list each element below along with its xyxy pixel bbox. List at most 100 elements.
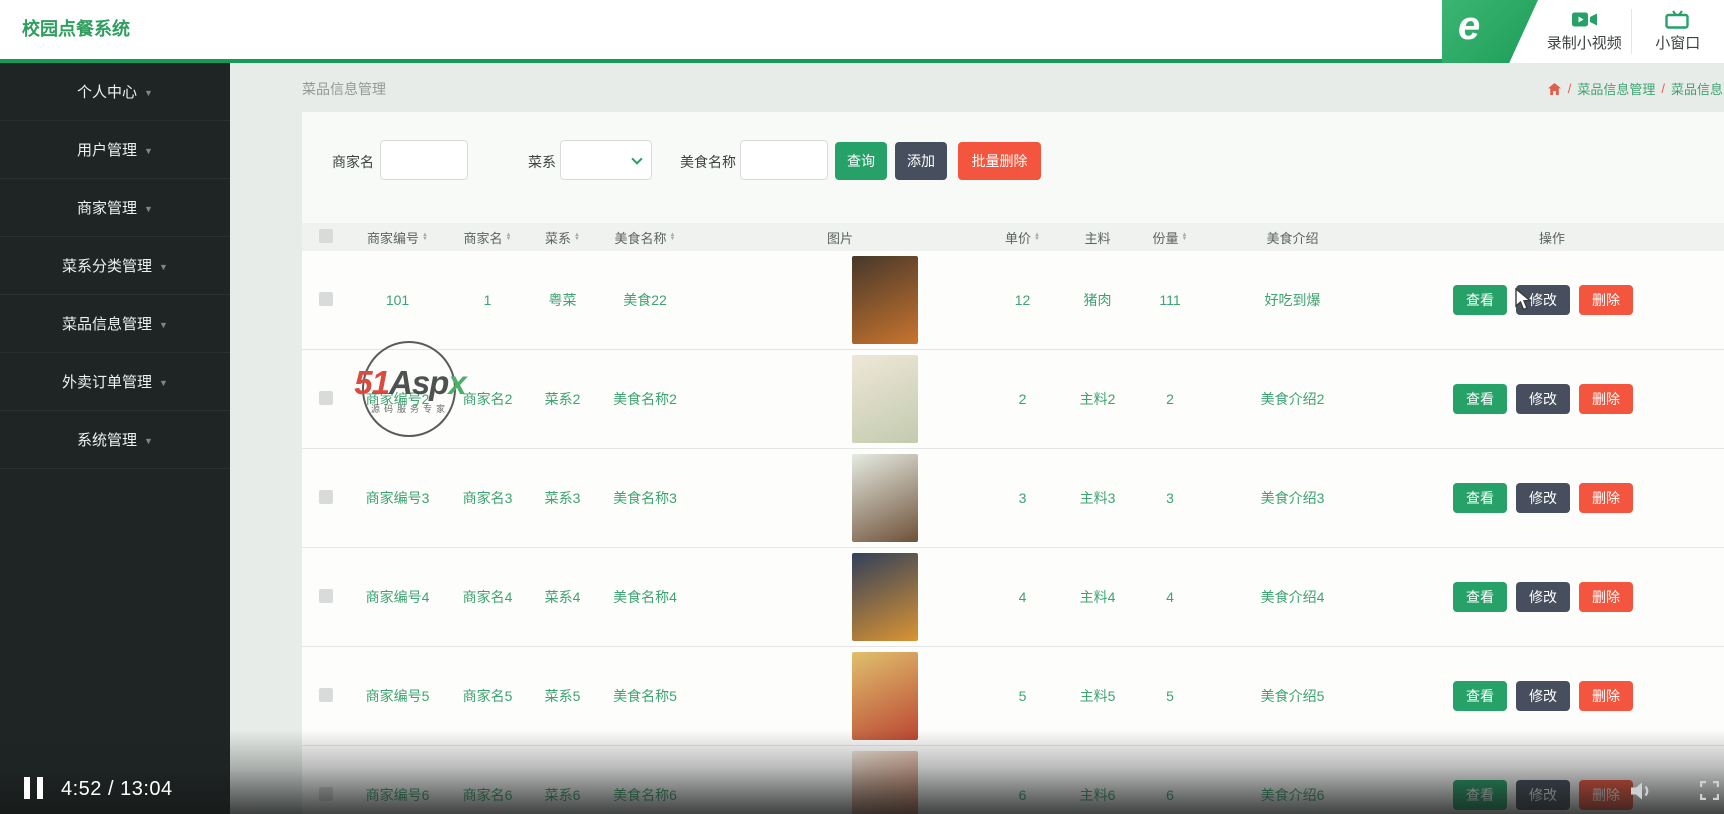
cell-merchant-name: 商家名5 [462,688,513,704]
row-checkbox[interactable] [319,786,333,801]
view-button[interactable]: 查看 [1453,384,1507,414]
search-button[interactable]: 查询 [835,142,887,180]
cell-image [695,553,985,641]
batch-delete-button[interactable]: 批量删除 [958,142,1041,180]
column-header-label: 份量 [1152,230,1179,246]
breadcrumb-item[interactable]: 菜品信息管理 [1577,79,1655,98]
sort-icon[interactable]: ▲ ▼ [670,232,676,242]
column-header[interactable]: 商家名 ▲ ▼ [445,228,530,247]
column-header[interactable]: 美食介绍 [1205,228,1380,247]
view-button[interactable]: 查看 [1453,780,1507,810]
edit-button[interactable]: 修改 [1516,384,1570,414]
sidebar-item[interactable]: 系统管理 ▼ [0,411,230,469]
record-video-button[interactable]: 录制小视频 [1538,0,1631,63]
column-header-label: 商家名 [463,230,503,246]
caret-down-icon: ▼ [159,261,168,272]
sidebar-menu: 个人中心 ▼ 用户管理 ▼ 商家管理 ▼ 菜系分类管理 ▼ 菜品信息管理 ▼ 外… [0,63,230,814]
tv-icon [1665,10,1689,29]
cell-portion: 4 [1166,589,1174,605]
cell-image [695,454,985,542]
column-header[interactable]: 商家编号 ▲ ▼ [350,228,445,247]
column-header[interactable]: 份量 ▲ ▼ [1135,228,1205,247]
caret-down-icon: ▼ [159,377,168,388]
view-button[interactable]: 查看 [1453,582,1507,612]
sidebar-item[interactable]: 菜品信息管理 ▼ [0,295,230,353]
edit-button[interactable]: 修改 [1516,285,1570,315]
delete-button[interactable]: 删除 [1579,681,1633,711]
cell-actions: 查看 修改 删除 [1380,285,1724,315]
sidebar-item-label: 用户管理 [77,142,138,159]
sort-icon[interactable]: ▲ ▼ [506,232,512,242]
edit-button[interactable]: 修改 [1516,681,1570,711]
caret-down-icon: ▼ [144,203,153,214]
volume-icon[interactable] [1630,780,1656,802]
sidebar-item[interactable]: 个人中心 ▼ [0,63,230,121]
select-all-checkbox[interactable] [319,228,333,243]
cell-cuisine: 粤菜 [548,292,577,308]
sidebar-item-label: 个人中心 [77,84,138,101]
row-checkbox[interactable] [319,687,333,702]
sort-icon[interactable]: ▲ ▼ [1034,232,1040,242]
sidebar-item[interactable]: 用户管理 ▼ [0,121,230,179]
food-name-label: 美食名称 [680,154,736,170]
edit-button[interactable]: 修改 [1516,483,1570,513]
sidebar-item-label: 商家管理 [77,200,138,217]
cuisine-select[interactable] [560,140,652,180]
content-card: 商家名 菜系 美食名称 查询 添加 批量删除 商家编号 ▲ ▼ 商家名 ▲ ▼ … [302,112,1724,814]
row-select-cell [302,588,350,606]
add-button[interactable]: 添加 [895,142,947,180]
table-row: 101 1 粤菜 美食22 12 猪肉 111 好吃到爆 查看 修改 删除 [302,251,1724,350]
row-checkbox[interactable] [319,291,333,306]
row-checkbox[interactable] [319,588,333,603]
sort-icon[interactable]: ▲ ▼ [1182,232,1188,242]
edit-button[interactable]: 修改 [1516,780,1570,810]
row-checkbox[interactable] [319,390,333,405]
table-row: 商家编号3 商家名3 菜系3 美食名称3 3 主料3 3 美食介绍3 查看 修改… [302,449,1724,548]
row-select-cell [302,291,350,309]
view-button[interactable]: 查看 [1453,681,1507,711]
row-checkbox[interactable] [319,489,333,504]
food-name-input[interactable] [740,140,828,180]
caret-down-icon: ▼ [159,319,168,330]
cell-merchant-no: 101 [385,292,410,308]
view-button[interactable]: 查看 [1453,285,1507,315]
sort-icon[interactable]: ▲ ▼ [422,232,428,242]
cell-merchant-no: 商家编号3 [365,490,430,506]
row-select-cell [302,390,350,408]
sidebar-item[interactable]: 商家管理 ▼ [0,179,230,237]
caret-down-icon: ▼ [144,145,153,156]
home-icon[interactable] [1547,82,1562,96]
column-header-label: 主料 [1084,230,1111,246]
cell-price: 12 [1014,292,1031,308]
sort-icon[interactable]: ▲ ▼ [574,232,580,242]
food-image [852,751,918,814]
cell-portion: 5 [1166,688,1174,704]
sidebar-item[interactable]: 外卖订单管理 ▼ [0,353,230,411]
column-header[interactable]: 美食名称 ▲ ▼ [595,228,695,247]
cell-portion: 2 [1166,391,1174,407]
food-table: 商家编号 ▲ ▼ 商家名 ▲ ▼ 菜系 ▲ ▼ 美食名称 ▲ ▼ 图片 单价 ▲ ▼ 主料… [302,223,1724,814]
column-header[interactable]: 图片 [695,228,985,247]
column-header[interactable]: 操作 [1380,228,1724,247]
cell-image [695,751,985,814]
browser-logo[interactable]: e [1442,0,1538,63]
delete-button[interactable]: 删除 [1579,483,1633,513]
column-header[interactable]: 单价 ▲ ▼ [985,228,1060,247]
delete-button[interactable]: 删除 [1579,384,1633,414]
cell-food-name: 美食名称6 [613,787,677,803]
pause-button[interactable] [24,777,43,799]
cell-food-name: 美食名称3 [613,490,677,506]
merchant-name-input[interactable] [380,140,468,180]
column-header[interactable]: 菜系 ▲ ▼ [530,228,595,247]
pip-window-button[interactable]: 小窗口 [1631,0,1724,63]
fullscreen-icon[interactable] [1700,781,1719,800]
delete-button[interactable]: 删除 [1579,780,1633,810]
edit-button[interactable]: 修改 [1516,582,1570,612]
column-header[interactable]: 主料 [1060,228,1135,247]
delete-button[interactable]: 删除 [1579,285,1633,315]
view-button[interactable]: 查看 [1453,483,1507,513]
delete-button[interactable]: 删除 [1579,582,1633,612]
breadcrumb-item[interactable]: 菜品信息列 [1671,79,1724,98]
sidebar-item[interactable]: 菜系分类管理 ▼ [0,237,230,295]
column-header-label: 美食介绍 [1266,230,1319,246]
